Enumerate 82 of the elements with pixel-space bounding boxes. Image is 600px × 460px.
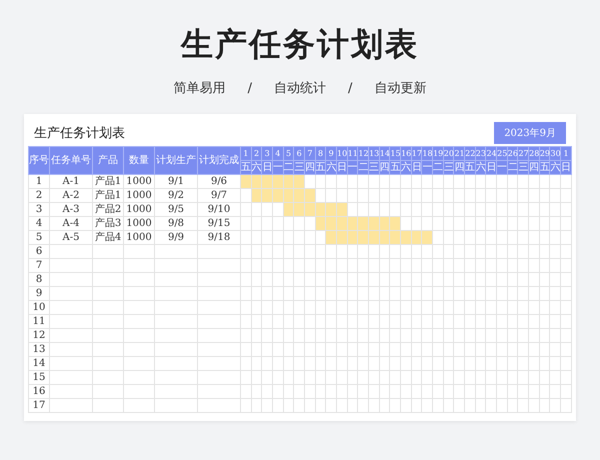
table-cell: 1000 <box>124 174 154 188</box>
table-cell: 1000 <box>124 230 154 244</box>
date-header-cell: 21 <box>454 146 465 160</box>
date-header-cell: 29 <box>539 146 550 160</box>
table-cell: 2 <box>28 188 50 202</box>
table-cell: 10 <box>28 300 50 314</box>
date-header-cell: 28 <box>528 146 540 160</box>
table-cell: 4 <box>28 216 50 230</box>
table-cell: 9/1 <box>154 174 198 188</box>
feature-label: 简单易用 <box>174 80 226 98</box>
feature-label: 自动更新 <box>374 80 426 98</box>
table-cell: A-3 <box>50 202 92 216</box>
table-cell: A-4 <box>50 216 92 230</box>
date-header-cell: 9 <box>326 146 337 160</box>
table-cell: 6 <box>28 244 50 258</box>
date-header-cell: 1 <box>560 146 572 160</box>
header-cell: 数量 <box>124 146 154 174</box>
separator: / <box>348 80 352 98</box>
date-header-cell: 22 <box>464 146 476 160</box>
date-header-cell: 11 <box>347 146 358 160</box>
date-header-cell: 6 <box>294 146 305 160</box>
date-header-cell: 2 <box>251 146 262 160</box>
table-cell: 12 <box>28 328 50 342</box>
table-cell: 3 <box>28 202 50 216</box>
date-header-cell: 8 <box>315 146 326 160</box>
date-header-cell: 16 <box>400 146 412 160</box>
date-header-cell: 20 <box>443 146 454 160</box>
date-header-cell: 3 <box>262 146 273 160</box>
date-header-cell: 10 <box>336 146 348 160</box>
table-cell: 产品3 <box>92 216 124 230</box>
feature-label: 自动统计 <box>274 80 326 98</box>
date-header-cell: 4 <box>272 146 284 160</box>
table-cell: 14 <box>28 356 50 370</box>
date-header-cell: 12 <box>358 146 369 160</box>
table-cell: 1000 <box>124 188 154 202</box>
table-cell: 16 <box>28 384 50 398</box>
table-cell: 7 <box>28 258 50 272</box>
table-cell: 9/8 <box>154 216 198 230</box>
header-cell: 计划生产 <box>154 146 198 174</box>
table-cell: A-2 <box>50 188 92 202</box>
sheet-title: 生产任务计划表 <box>34 125 125 142</box>
header-cell: 计划完成 <box>198 146 240 174</box>
date-header-cell: 19 <box>432 146 444 160</box>
header-cell: 产品 <box>92 146 124 174</box>
date-header-cell: 13 <box>368 146 380 160</box>
month-badge: 2023年9月 <box>494 122 566 144</box>
date-header-cell: 15 <box>390 146 401 160</box>
table-cell: 13 <box>28 342 50 356</box>
table-cell: 9/2 <box>154 188 198 202</box>
table-cell: 产品1 <box>92 188 124 202</box>
table-cell: 9/9 <box>154 230 198 244</box>
date-header-cell: 24 <box>486 146 497 160</box>
table-cell: 1000 <box>124 216 154 230</box>
table-cell: 9 <box>28 286 50 300</box>
separator: / <box>248 80 252 98</box>
table-cell: A-5 <box>50 230 92 244</box>
table-cell: 产品2 <box>92 202 124 216</box>
date-header-cell: 1 <box>240 146 252 160</box>
table-cell: 9/5 <box>154 202 198 216</box>
date-header-cell: 17 <box>411 146 422 160</box>
date-header-cell: 30 <box>550 146 561 160</box>
table-cell: 11 <box>28 314 50 328</box>
date-header-cell: 7 <box>304 146 316 160</box>
header-cell: 序号 <box>28 146 50 174</box>
header-cell: 任务单号 <box>50 146 92 174</box>
date-header-cell: 5 <box>283 146 294 160</box>
table-cell: 1000 <box>124 202 154 216</box>
table-cell: A-1 <box>50 174 92 188</box>
date-header-cell: 14 <box>379 146 390 160</box>
date-header-cell: 26 <box>507 146 518 160</box>
table-cell: 8 <box>28 272 50 286</box>
table-cell: 17 <box>28 398 50 412</box>
table-cell: 产品4 <box>92 230 124 244</box>
table-cell: 5 <box>28 230 50 244</box>
date-header-cell: 23 <box>475 146 486 160</box>
table-cell: 15 <box>28 370 50 384</box>
date-header-cell: 27 <box>518 146 529 160</box>
table-cell: 1 <box>28 174 50 188</box>
date-header-cell: 18 <box>422 146 433 160</box>
table-cell: 产品1 <box>92 174 124 188</box>
page-title: 生产任务计划表 <box>181 24 419 64</box>
date-header-cell: 25 <box>496 146 508 160</box>
